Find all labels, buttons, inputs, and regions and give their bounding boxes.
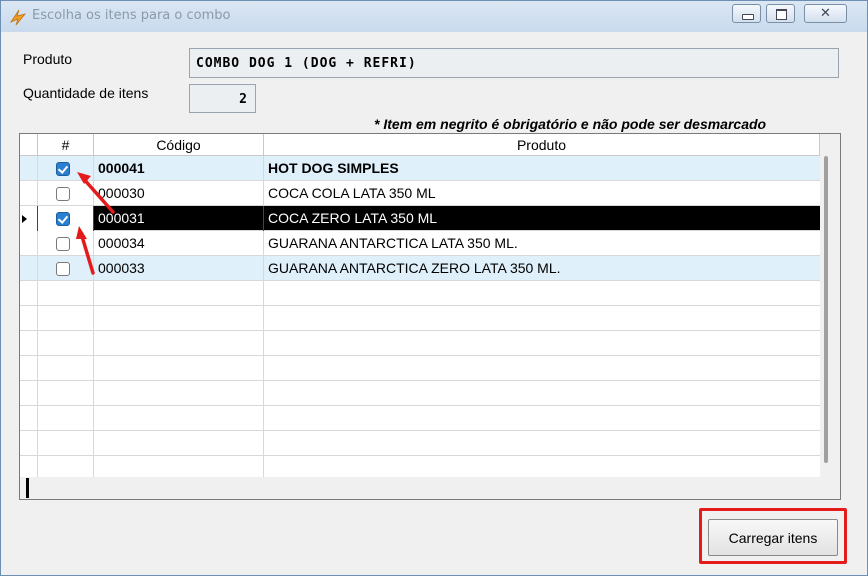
load-items-button[interactable]: Carregar itens [708, 519, 838, 556]
annotation-arrows [76, 172, 115, 275]
annotation-arrow-top [80, 175, 115, 214]
combo-dialog-window: Escolha os itens para o combo ✕ Produto … [0, 0, 868, 576]
annotation-arrowhead-bottom [76, 226, 87, 239]
